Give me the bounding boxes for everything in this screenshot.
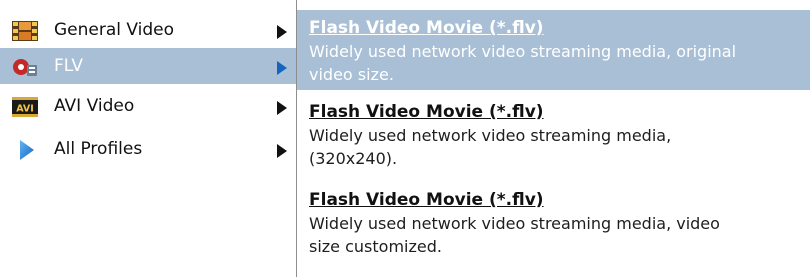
- profile-title: Flash Video Movie (*.flv): [309, 190, 544, 210]
- menu-item-label: All Profiles: [54, 139, 143, 159]
- play-triangle-icon: [12, 140, 38, 160]
- profile-description: video size.: [309, 65, 394, 84]
- menu-item-avi-video[interactable]: AVI AVI Video: [0, 88, 300, 124]
- menu-item-flv[interactable]: FLV: [0, 48, 300, 84]
- flash-video-icon: [12, 57, 38, 77]
- profile-title: Flash Video Movie (*.flv): [309, 102, 544, 122]
- profile-description: Widely used network video streaming medi…: [309, 126, 672, 145]
- menu-item-all-profiles[interactable]: All Profiles: [0, 131, 300, 167]
- category-menu: General Video FLV AVI AVI Video All Prof…: [0, 0, 300, 277]
- profile-description: (320x240).: [309, 149, 398, 168]
- submenu-arrow-icon: [276, 24, 288, 39]
- menu-item-label: General Video: [54, 20, 175, 40]
- profile-description: size customized.: [309, 237, 442, 256]
- film-strip-icon: [12, 21, 38, 41]
- menu-item-label: AVI Video: [54, 96, 135, 116]
- submenu-arrow-icon: [276, 60, 288, 75]
- profile-item[interactable]: Flash Video Movie (*.flv) Widely used ne…: [297, 188, 810, 266]
- profile-list: Flash Video Movie (*.flv) Widely used ne…: [296, 0, 810, 277]
- submenu-arrow-icon: [276, 100, 288, 115]
- menu-item-label: FLV: [54, 56, 84, 76]
- submenu-arrow-icon: [276, 143, 288, 158]
- profile-description: Widely used network video streaming medi…: [309, 42, 737, 61]
- profile-title: Flash Video Movie (*.flv): [309, 18, 544, 38]
- profile-item[interactable]: Flash Video Movie (*.flv) Widely used ne…: [297, 100, 810, 178]
- profile-item[interactable]: Flash Video Movie (*.flv) Widely used ne…: [297, 10, 810, 90]
- svg-text:AVI: AVI: [16, 104, 34, 115]
- avi-icon: AVI: [12, 97, 38, 117]
- profile-description: Widely used network video streaming medi…: [309, 214, 720, 233]
- menu-item-general-video[interactable]: General Video: [0, 12, 300, 48]
